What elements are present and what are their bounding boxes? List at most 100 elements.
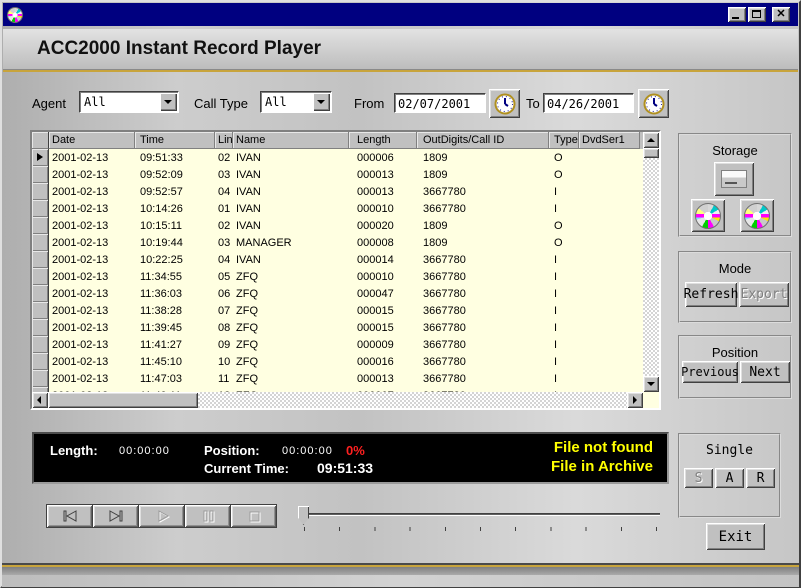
cell: 04 [215, 251, 233, 268]
row-gutter[interactable] [32, 268, 49, 285]
play-button[interactable] [138, 504, 185, 528]
from-date-field[interactable]: 02/07/2001 [394, 93, 486, 113]
cell: 000020 [349, 217, 417, 234]
column-header[interactable]: Date [49, 132, 135, 149]
cell: O [549, 149, 579, 166]
row-gutter[interactable] [32, 217, 49, 234]
single-label: Single [680, 435, 779, 458]
next-button[interactable]: Next [740, 361, 790, 383]
table-row[interactable]: 2001-02-1310:22:2504IVAN0000143667780I [32, 251, 643, 268]
cell [579, 200, 640, 217]
table-row[interactable]: 2001-02-1311:41:2709ZFQ0000093667780I [32, 336, 643, 353]
table-row[interactable]: 2001-02-1310:15:1102IVAN0000201809O [32, 217, 643, 234]
cell: 09 [215, 336, 233, 353]
previous-button[interactable]: Previous [682, 361, 738, 383]
scroll-down-button[interactable] [643, 376, 659, 392]
cell: ZFQ [233, 285, 349, 302]
row-gutter[interactable] [32, 234, 49, 251]
table-row[interactable]: 2001-02-1311:45:1010ZFQ0000163667780I [32, 353, 643, 370]
single-a-button[interactable]: A [715, 468, 744, 488]
title-bar[interactable]: ✕ [3, 3, 798, 26]
row-gutter[interactable] [32, 166, 49, 183]
single-r-button[interactable]: R [746, 468, 775, 488]
call-type-select[interactable]: All [260, 91, 332, 113]
skip-forward-button[interactable] [92, 504, 139, 528]
from-label: From [354, 96, 384, 111]
cell: 2001-02-13 [49, 319, 135, 336]
column-header[interactable]: Type [549, 132, 579, 149]
single-s-button[interactable]: S [684, 468, 713, 488]
cell: 3667780 [417, 302, 549, 319]
row-gutter[interactable] [32, 370, 49, 387]
table-row[interactable]: 2001-02-1310:19:4403MANAGER0000081809O [32, 234, 643, 251]
column-header[interactable]: Line [215, 132, 233, 149]
table-row[interactable]: 2001-02-1309:52:0903IVAN0000131809O [32, 166, 643, 183]
vertical-scrollbar[interactable] [643, 132, 659, 392]
maximize-button[interactable] [748, 7, 766, 22]
from-date-picker-button[interactable] [489, 89, 520, 118]
cd-icon [744, 203, 770, 229]
vertical-scroll-thumb[interactable] [643, 148, 659, 158]
to-date-picker-button[interactable] [638, 89, 669, 118]
column-header[interactable]: Name [233, 132, 349, 149]
row-gutter[interactable] [32, 183, 49, 200]
storage-cd1-button[interactable] [691, 199, 725, 232]
table-row[interactable]: 2001-02-1311:34:5505ZFQ0000103667780I [32, 268, 643, 285]
table-row[interactable]: 2001-02-1311:47:0311ZFQ0000133667780I [32, 370, 643, 387]
row-gutter[interactable] [32, 353, 49, 370]
column-header[interactable]: Time [135, 132, 215, 149]
skip-back-button[interactable] [46, 504, 93, 528]
scroll-right-button[interactable] [627, 392, 643, 408]
refresh-button[interactable]: Refresh [685, 282, 737, 307]
cell: 3667780 [417, 319, 549, 336]
minimize-button[interactable] [728, 7, 746, 22]
stop-button[interactable] [230, 504, 277, 528]
call-type-dropdown-button[interactable] [313, 93, 330, 111]
hard-drive-icon [721, 170, 747, 188]
column-header[interactable]: DvdSer1 [579, 132, 640, 149]
table-row[interactable]: 2001-02-1311:38:2807ZFQ0000153667780I [32, 302, 643, 319]
to-date-field[interactable]: 04/26/2001 [543, 93, 634, 113]
current-record-marker[interactable] [32, 149, 49, 166]
arrow-down-icon [647, 382, 655, 386]
cell: 2001-02-13 [49, 268, 135, 285]
slider-track[interactable] [300, 513, 660, 516]
row-gutter[interactable] [32, 200, 49, 217]
table-row[interactable]: 2001-02-1310:14:2601IVAN0000103667780I [32, 200, 643, 217]
table-row[interactable]: 2001-02-1311:39:4508ZFQ0000153667780I [32, 319, 643, 336]
single-group: Single S A R [678, 433, 781, 518]
row-gutter[interactable] [32, 251, 49, 268]
table-row[interactable]: 2001-02-1309:52:5704IVAN0000133667780I [32, 183, 643, 200]
position-slider[interactable] [296, 505, 666, 533]
cell: IVAN [233, 166, 349, 183]
row-gutter[interactable] [32, 336, 49, 353]
status-message-1: File not found [554, 439, 653, 456]
scroll-left-button[interactable] [32, 392, 48, 408]
row-gutter[interactable] [32, 302, 49, 319]
scroll-up-button[interactable] [643, 132, 659, 148]
cell [579, 336, 640, 353]
table-row[interactable]: 2001-02-1311:36:0306ZFQ0000473667780I [32, 285, 643, 302]
cell: 000008 [349, 234, 417, 251]
cell: 2001-02-13 [49, 234, 135, 251]
export-button[interactable]: Export [739, 282, 789, 307]
horizontal-scrollbar[interactable] [32, 392, 643, 408]
position-percent: 0% [346, 443, 365, 458]
storage-drive-button[interactable] [714, 162, 754, 196]
storage-cd2-button[interactable] [740, 199, 774, 232]
pause-button[interactable] [184, 504, 231, 528]
cell: 11:34:55 [135, 268, 215, 285]
skip-forward-icon [105, 508, 127, 524]
agent-dropdown-button[interactable] [160, 93, 177, 111]
cell [579, 217, 640, 234]
slider-thumb[interactable] [298, 506, 309, 525]
column-header[interactable]: OutDigits/Call ID [417, 132, 549, 149]
exit-button[interactable]: Exit [706, 523, 765, 550]
row-gutter[interactable] [32, 319, 49, 336]
horizontal-scroll-thumb[interactable] [48, 392, 198, 408]
close-button[interactable]: ✕ [772, 7, 790, 22]
column-header[interactable]: Length [349, 132, 417, 149]
row-gutter[interactable] [32, 285, 49, 302]
agent-select[interactable]: All [79, 91, 179, 113]
table-row[interactable]: 2001-02-1309:51:3302IVAN0000061809O [32, 149, 643, 166]
